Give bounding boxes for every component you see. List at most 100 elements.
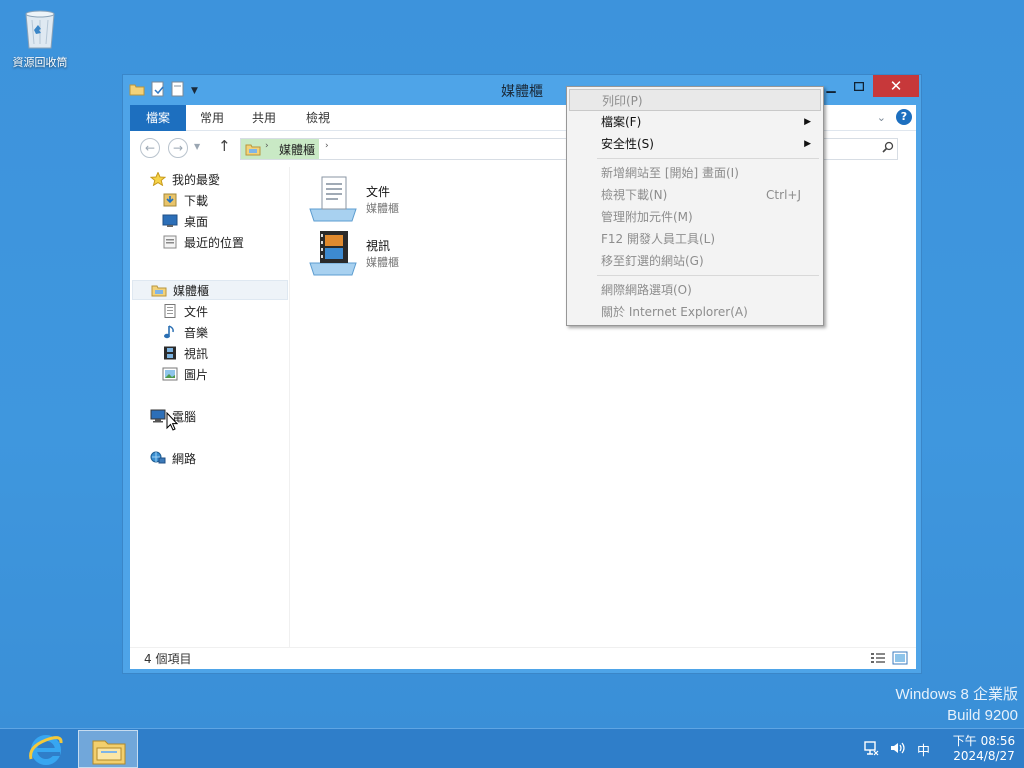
list-item[interactable]: 視訊 媒體櫃	[308, 229, 399, 277]
menu-item-safety[interactable]: 安全性(S) ▶	[569, 133, 821, 155]
videos-library-icon	[308, 229, 358, 277]
maximize-button[interactable]	[845, 75, 873, 97]
nav-network[interactable]: 網路	[150, 448, 196, 468]
downloads-icon	[162, 193, 178, 207]
document-icon	[162, 304, 178, 318]
item-name: 視訊	[366, 239, 391, 253]
mouse-cursor-icon	[166, 411, 179, 434]
star-icon	[149, 171, 167, 187]
tab-home[interactable]: 常用	[186, 105, 238, 131]
menu-separator	[597, 275, 819, 276]
nav-desktop[interactable]: 桌面	[162, 211, 208, 231]
menu-item-view-downloads[interactable]: 檢視下載(N) Ctrl+J	[569, 184, 821, 206]
menu-item-safety-label: 安全性(S)	[601, 137, 654, 151]
nav-music[interactable]: 音樂	[162, 322, 208, 342]
item-type: 媒體櫃	[366, 256, 399, 269]
up-button[interactable]: ↑	[218, 137, 231, 155]
recycle-bin[interactable]: 資源回收筒	[4, 6, 76, 70]
context-menu: 列印(P) 檔案(F) ▶ 安全性(S) ▶ 新增網站至 [開始] 畫面(I) 檢視…	[566, 86, 824, 326]
menu-item-view-downloads-label: 檢視下載(N)	[601, 188, 668, 202]
libraries-icon	[245, 142, 261, 159]
taskbar: 中 下午 08:56 2024/8/27	[0, 728, 1024, 768]
computer-icon	[150, 409, 166, 423]
menu-item-print[interactable]: 列印(P)	[569, 89, 821, 111]
list-item[interactable]: 文件 媒體櫃	[308, 175, 399, 223]
menu-item-manage-addons[interactable]: 管理附加元件(M)	[569, 206, 821, 228]
nav-videos[interactable]: 視訊	[162, 343, 208, 363]
libraries-icon	[151, 283, 167, 297]
view-buttons	[870, 651, 908, 668]
folder-icon	[92, 740, 126, 765]
input-method-indicator[interactable]: 中	[917, 740, 930, 759]
menu-item-dev-tools[interactable]: F12 開發人員工具(L)	[569, 228, 821, 250]
nav-desktop-label: 桌面	[184, 214, 209, 229]
expand-ribbon-icon[interactable]: ⌄	[877, 111, 886, 124]
menu-item-about-ie[interactable]: 關於 Internet Explorer(A)	[569, 301, 821, 323]
navigation-pane: 我的最愛 下載 桌面 最近的位置 媒體櫃 文件 音樂 視訊 圖片 電腦 網路	[130, 167, 290, 647]
documents-library-icon	[308, 175, 358, 223]
volume-icon[interactable]	[889, 740, 905, 759]
tab-view[interactable]: 檢視	[292, 105, 344, 131]
nav-documents-label: 文件	[184, 304, 209, 319]
recycle-bin-icon	[22, 6, 58, 50]
picture-icon	[162, 367, 178, 381]
recycle-bin-label: 資源回收筒	[12, 56, 68, 69]
submenu-arrow-icon: ▶	[804, 139, 811, 149]
menu-item-file[interactable]: 檔案(F) ▶	[569, 111, 821, 133]
windows-watermark: Windows 8 企業版 Build 9200	[895, 684, 1018, 726]
clock-time: 下午 08:56	[952, 734, 1016, 748]
music-note-icon	[162, 325, 178, 339]
nav-libraries[interactable]: 媒體櫃	[132, 280, 288, 300]
file-explorer-taskbar-button[interactable]	[78, 730, 138, 768]
nav-music-label: 音樂	[184, 325, 209, 340]
submenu-arrow-icon: ▶	[804, 117, 811, 127]
nav-network-label: 網路	[172, 451, 197, 466]
network-status-icon[interactable]	[863, 740, 879, 759]
menu-item-internet-options[interactable]: 網際網路選項(O)	[569, 279, 821, 301]
recent-places-icon	[162, 235, 178, 249]
nav-favorites-label: 我的最愛	[172, 172, 221, 187]
menu-item-pinned-sites[interactable]: 移至釘選的網站(G)	[569, 250, 821, 272]
tab-share[interactable]: 共用	[238, 105, 290, 131]
breadcrumb[interactable]: 媒體櫃	[279, 141, 315, 158]
tab-file[interactable]: 檔案	[130, 105, 186, 131]
menu-separator	[597, 158, 819, 159]
nav-downloads[interactable]: 下載	[162, 190, 208, 210]
desktop-icon	[162, 214, 178, 228]
nav-pictures-label: 圖片	[184, 367, 209, 382]
item-count: 4 個項目	[144, 652, 192, 666]
film-icon	[162, 346, 178, 360]
internet-explorer-icon[interactable]	[24, 731, 68, 767]
nav-videos-label: 視訊	[184, 346, 209, 361]
item-name: 文件	[366, 185, 391, 199]
ribbon-right: ⌄ ?	[877, 109, 912, 125]
watermark-build: Build 9200	[947, 707, 1018, 724]
nav-recent-label: 最近的位置	[184, 235, 245, 250]
clock[interactable]: 下午 08:56 2024/8/27	[944, 734, 1024, 764]
close-button[interactable]: ✕	[873, 75, 919, 97]
details-view-icon[interactable]	[870, 651, 886, 668]
item-type: 媒體櫃	[366, 202, 399, 215]
large-icons-view-icon[interactable]	[892, 651, 908, 668]
nav-libraries-label: 媒體櫃	[173, 283, 210, 298]
nav-pictures[interactable]: 圖片	[162, 364, 208, 384]
window-controls: ▁ ✕	[817, 75, 919, 97]
recent-locations-icon[interactable]: ▼	[194, 142, 200, 151]
nav-documents[interactable]: 文件	[162, 301, 208, 321]
status-bar: 4 個項目	[130, 647, 916, 669]
chevron-right-icon[interactable]: ›	[325, 141, 329, 151]
menu-item-file-label: 檔案(F)	[601, 115, 642, 129]
nav-downloads-label: 下載	[184, 193, 209, 208]
search-icon[interactable]	[882, 141, 894, 156]
back-button[interactable]: ←	[140, 138, 160, 158]
menu-item-add-to-start[interactable]: 新增網站至 [開始] 畫面(I)	[569, 162, 821, 184]
help-icon[interactable]: ?	[896, 109, 912, 125]
system-tray: 中 下午 08:56 2024/8/27	[863, 729, 1024, 768]
nav-recent-places[interactable]: 最近的位置	[162, 232, 244, 252]
watermark-edition: Windows 8 企業版	[895, 686, 1018, 703]
nav-favorites[interactable]: 我的最愛	[149, 169, 221, 189]
forward-button[interactable]: →	[168, 138, 188, 158]
clock-date: 2024/8/27	[953, 749, 1015, 763]
shortcut-label: Ctrl+J	[766, 188, 801, 202]
chevron-right-icon[interactable]: ›	[265, 141, 269, 151]
